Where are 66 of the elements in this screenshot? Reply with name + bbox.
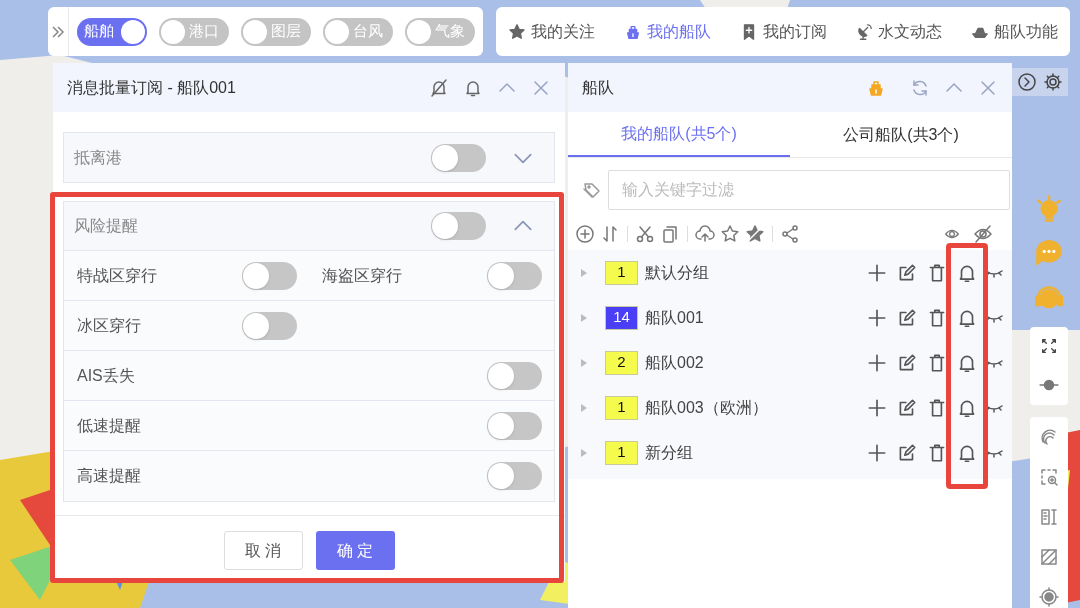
count-badge: 14 — [605, 305, 638, 330]
zoom-select-icon[interactable] — [1039, 467, 1059, 487]
fleet-group-row[interactable]: 2 船队002 — [568, 340, 1012, 385]
tab[interactable]: 我的船队(共5个) — [568, 112, 790, 157]
nav-tab[interactable]: 我的关注 — [508, 19, 595, 44]
fullscreen-icon[interactable] — [1040, 336, 1058, 355]
toggle-switch[interactable] — [487, 261, 542, 290]
layer-toggle[interactable]: 船舶 — [77, 17, 147, 46]
toggle-switch[interactable] — [431, 143, 486, 172]
panel-title: 消息批量订阅 - 船队001 — [67, 77, 237, 98]
sort-icon[interactable] — [600, 224, 620, 244]
cut-icon[interactable] — [635, 224, 655, 244]
count-badge: 2 — [605, 350, 638, 375]
star-icon[interactable] — [720, 224, 740, 244]
group-name: 新分组 — [645, 442, 694, 463]
nav-tab[interactable]: 水文动态 — [855, 19, 943, 44]
option-label: 特战区穿行 — [77, 265, 158, 286]
option-label: 低速提醒 — [77, 415, 142, 436]
refresh-icon[interactable] — [910, 77, 930, 98]
bell-off-icon[interactable] — [429, 77, 449, 98]
group-name: 船队003（欧洲） — [645, 397, 769, 418]
cancel-button[interactable]: 取 消 — [223, 531, 303, 570]
nav-tab[interactable]: 我的订阅 — [739, 19, 827, 44]
nav-tab[interactable]: 我的船队 — [623, 19, 711, 44]
fleet-group-row[interactable]: 1 默认分组 — [568, 250, 1012, 295]
locate-icon[interactable] — [1039, 587, 1059, 607]
search-field[interactable]: 输入关键字过滤 — [608, 170, 1010, 210]
toggle-switch[interactable] — [487, 411, 542, 440]
fingerprint-icon[interactable] — [1039, 427, 1059, 447]
option-label: 高速提醒 — [77, 466, 142, 486]
group-name: 船队002 — [645, 352, 705, 373]
count-badge: 1 — [605, 260, 638, 285]
hatched-square-icon[interactable] — [1039, 547, 1059, 567]
upload-icon[interactable] — [695, 224, 715, 244]
satellite-dish-icon — [855, 22, 874, 41]
section-title: 抵离港 — [74, 147, 123, 168]
toggle-switch[interactable] — [431, 212, 486, 240]
toggle-switch[interactable] — [242, 261, 297, 290]
section-title: 风险提醒 — [74, 216, 139, 236]
fleet-group-row[interactable]: 14 船队001 — [568, 295, 1012, 340]
eye-off-icon[interactable] — [973, 224, 993, 244]
option-label: 海盗区穿行 — [322, 265, 403, 286]
toggle-switch[interactable] — [487, 462, 542, 490]
ruler-icon[interactable] — [1039, 507, 1059, 527]
tag-icon[interactable] — [582, 180, 602, 200]
nav-tab[interactable]: 船队功能 — [971, 19, 1058, 44]
copy-icon[interactable] — [660, 224, 680, 244]
toggle-switch[interactable] — [242, 311, 297, 340]
count-badge: 1 — [605, 395, 638, 420]
group-name: 默认分组 — [645, 262, 710, 283]
count-badge: 1 — [605, 440, 638, 465]
option-label: AIS丢失 — [77, 365, 136, 386]
panel-title: 船队 — [582, 77, 615, 98]
fleet-group-row[interactable]: 1 船队003（欧洲） — [568, 385, 1012, 430]
unstar-icon[interactable] — [745, 224, 765, 244]
share-icon[interactable] — [780, 224, 800, 244]
star-icon — [508, 22, 526, 41]
confirm-button[interactable]: 确 定 — [315, 531, 395, 570]
option-label: 冰区穿行 — [77, 315, 142, 336]
arrow-right-circle-icon[interactable] — [1017, 72, 1037, 92]
settings-icon[interactable] — [1043, 72, 1063, 92]
group-name: 船队001 — [645, 307, 705, 328]
fleet-group-row[interactable]: 1 新分组 — [568, 430, 1012, 475]
add-icon[interactable] — [575, 224, 595, 244]
tab[interactable]: 公司船队(共3个) — [790, 112, 1012, 157]
toggle-switch[interactable] — [487, 361, 542, 390]
